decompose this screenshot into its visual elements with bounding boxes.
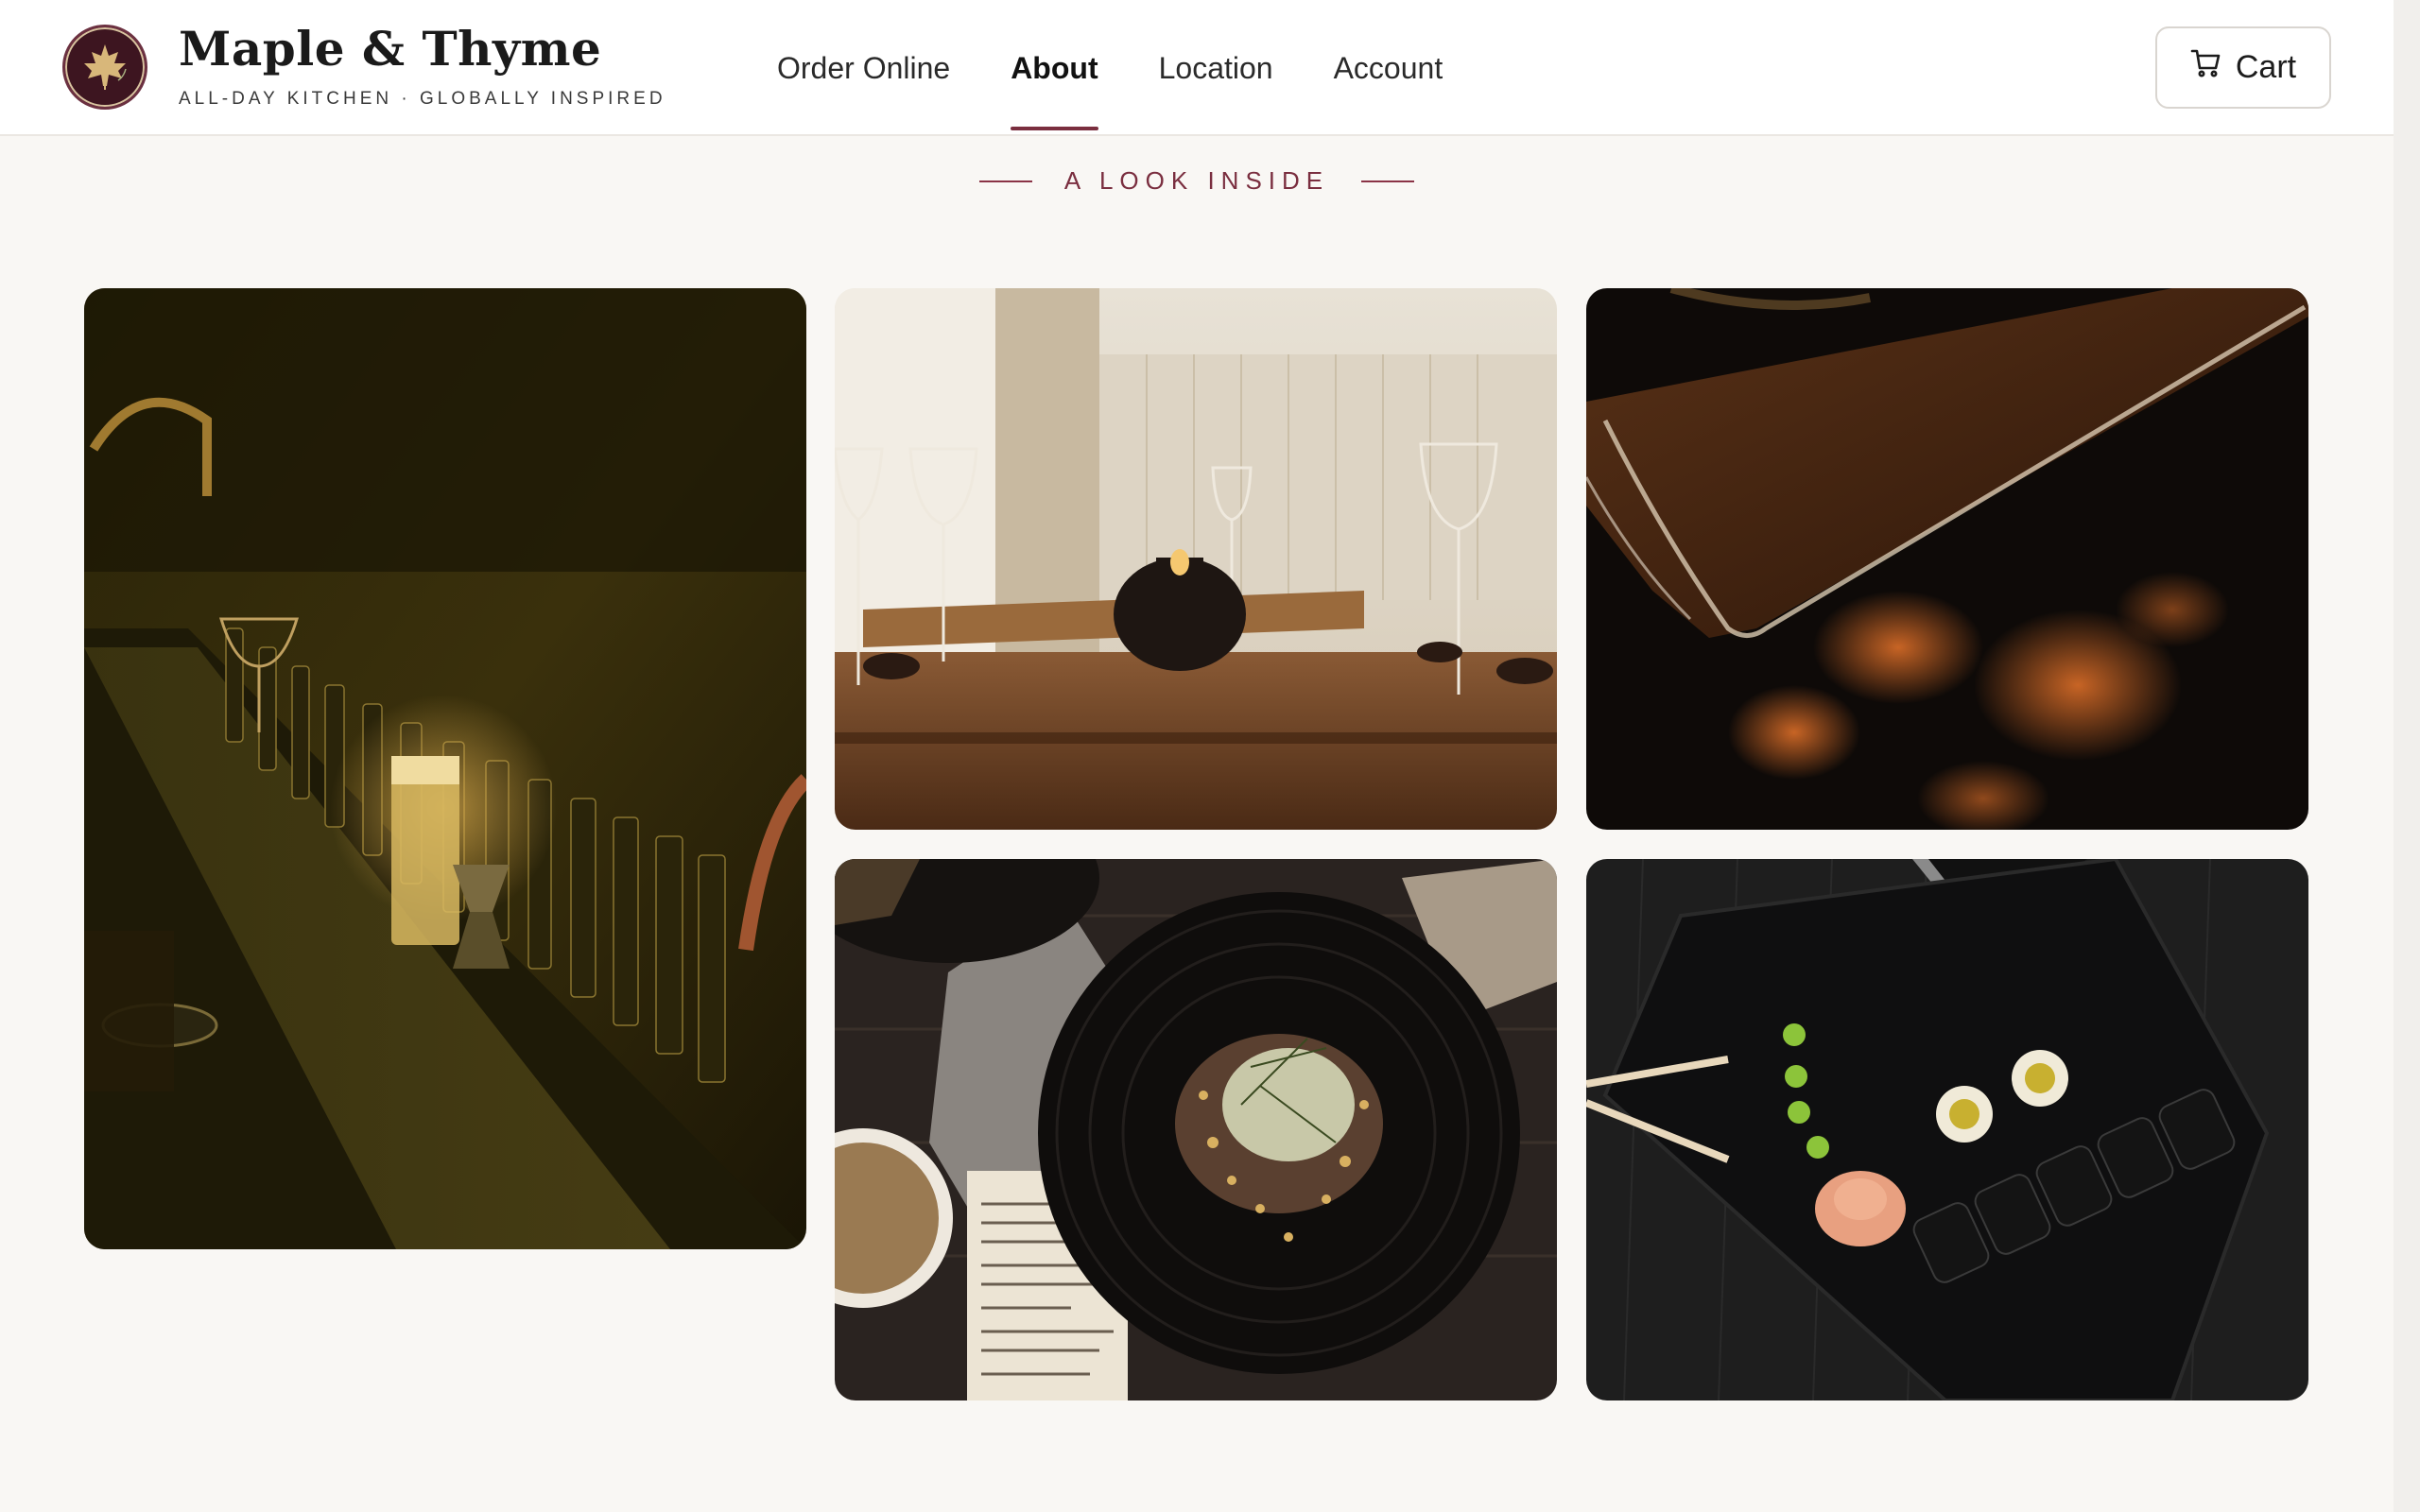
cart-button[interactable]: Cart (2155, 26, 2331, 109)
cart-icon (2190, 47, 2222, 88)
brand-name[interactable]: Maple & Thyme (179, 21, 601, 77)
gallery-photo-pour[interactable] (1586, 288, 2308, 830)
brand-tagline: ALL-DAY KITCHEN · GLOBALLY INSPIRED (179, 89, 666, 109)
active-nav-indicator (1011, 127, 1098, 130)
gallery-photo-table[interactable] (835, 288, 1557, 830)
eyebrow-text: A LOOK INSIDE (1063, 166, 1330, 195)
nav-order-online[interactable]: Order Online (777, 0, 950, 136)
nav-location-label: Location (1158, 50, 1273, 85)
nav-order-online-label: Order Online (777, 50, 951, 85)
main-nav: Order Online About Location Account (777, 0, 1503, 136)
scrollbar-track[interactable] (2394, 0, 2420, 1512)
nav-about-label: About (1011, 50, 1098, 85)
maple-leaf-icon[interactable] (62, 25, 147, 110)
site-header: Maple & Thyme ALL-DAY KITCHEN · GLOBALLY… (0, 0, 2394, 136)
eyebrow-rule-right (1361, 180, 1415, 182)
nav-account-label: Account (1333, 50, 1443, 85)
eyebrow-rule-left (978, 180, 1032, 182)
gallery-photo-bar[interactable] (84, 288, 806, 1249)
section-eyebrow: A LOOK INSIDE (0, 166, 2394, 196)
cart-label: Cart (2235, 49, 2297, 85)
nav-location[interactable]: Location (1159, 0, 1273, 136)
nav-account[interactable]: Account (1334, 0, 1443, 136)
gallery-photo-sushi[interactable] (1586, 859, 2308, 1400)
gallery-photo-dish[interactable] (835, 859, 1557, 1400)
nav-about[interactable]: About (1011, 0, 1098, 136)
